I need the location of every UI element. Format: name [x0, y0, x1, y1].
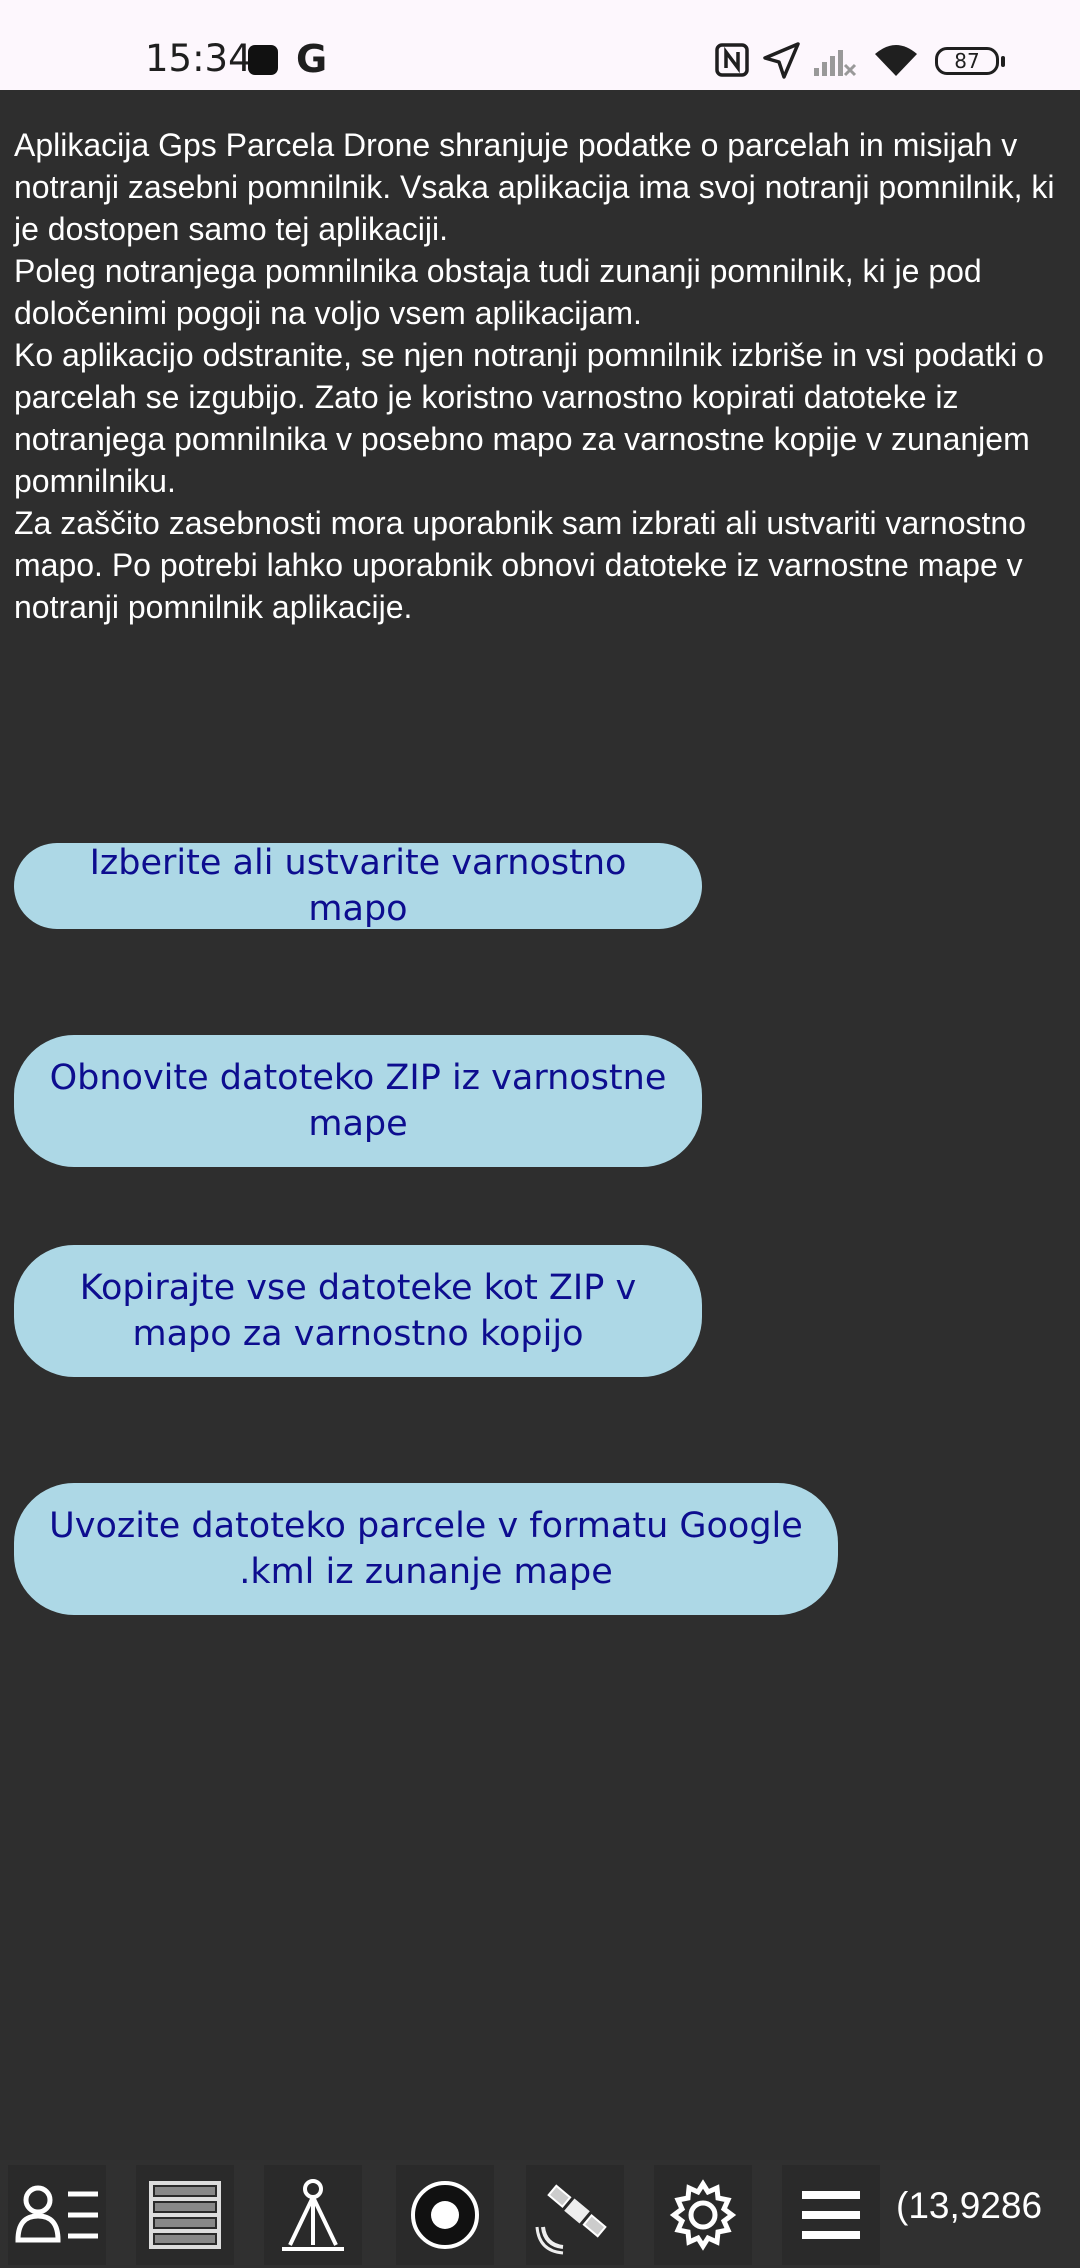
location-arrow-icon: [763, 42, 800, 79]
notification-square-icon: [248, 45, 278, 75]
select-backup-folder-button[interactable]: Izberite ali ustvarite varnostno mapo: [14, 843, 702, 929]
settings-button[interactable]: [654, 2165, 752, 2265]
import-kml-button[interactable]: Uvozite datoteko parcele v formatu Googl…: [14, 1483, 838, 1615]
signal-no-service-icon: [814, 50, 857, 77]
satellite-button[interactable]: [526, 2165, 624, 2265]
google-icon: G: [296, 37, 328, 81]
restore-zip-button[interactable]: Obnovite datoteko ZIP iz varnostne mape: [14, 1035, 702, 1167]
copy-zip-button[interactable]: Kopirajte vse datoteke kot ZIP v mapo za…: [14, 1245, 702, 1377]
wifi-icon: [875, 45, 917, 76]
survey-button[interactable]: [264, 2165, 362, 2265]
list-icon: [149, 2181, 221, 2249]
record-button[interactable]: [396, 2165, 494, 2265]
battery-icon: 87: [935, 47, 1005, 75]
user-list-button[interactable]: [8, 2165, 106, 2265]
status-time: 15:34: [145, 37, 252, 80]
record-icon: [411, 2181, 479, 2249]
menu-icon: [802, 2191, 860, 2239]
nfc-icon: [715, 43, 749, 77]
gear-icon: [669, 2179, 737, 2251]
user-list-icon: [15, 2185, 98, 2243]
list-button[interactable]: [136, 2165, 234, 2265]
status-bar: 15:34 G 87: [0, 0, 1080, 90]
backup-description: Aplikacija Gps Parcela Drone shranjuje p…: [14, 127, 1055, 625]
menu-button[interactable]: [782, 2165, 880, 2265]
coordinate-readout: (13,9286: [896, 2185, 1043, 2226]
survey-tripod-icon: [282, 2179, 344, 2251]
satellite-icon: [535, 2184, 607, 2255]
